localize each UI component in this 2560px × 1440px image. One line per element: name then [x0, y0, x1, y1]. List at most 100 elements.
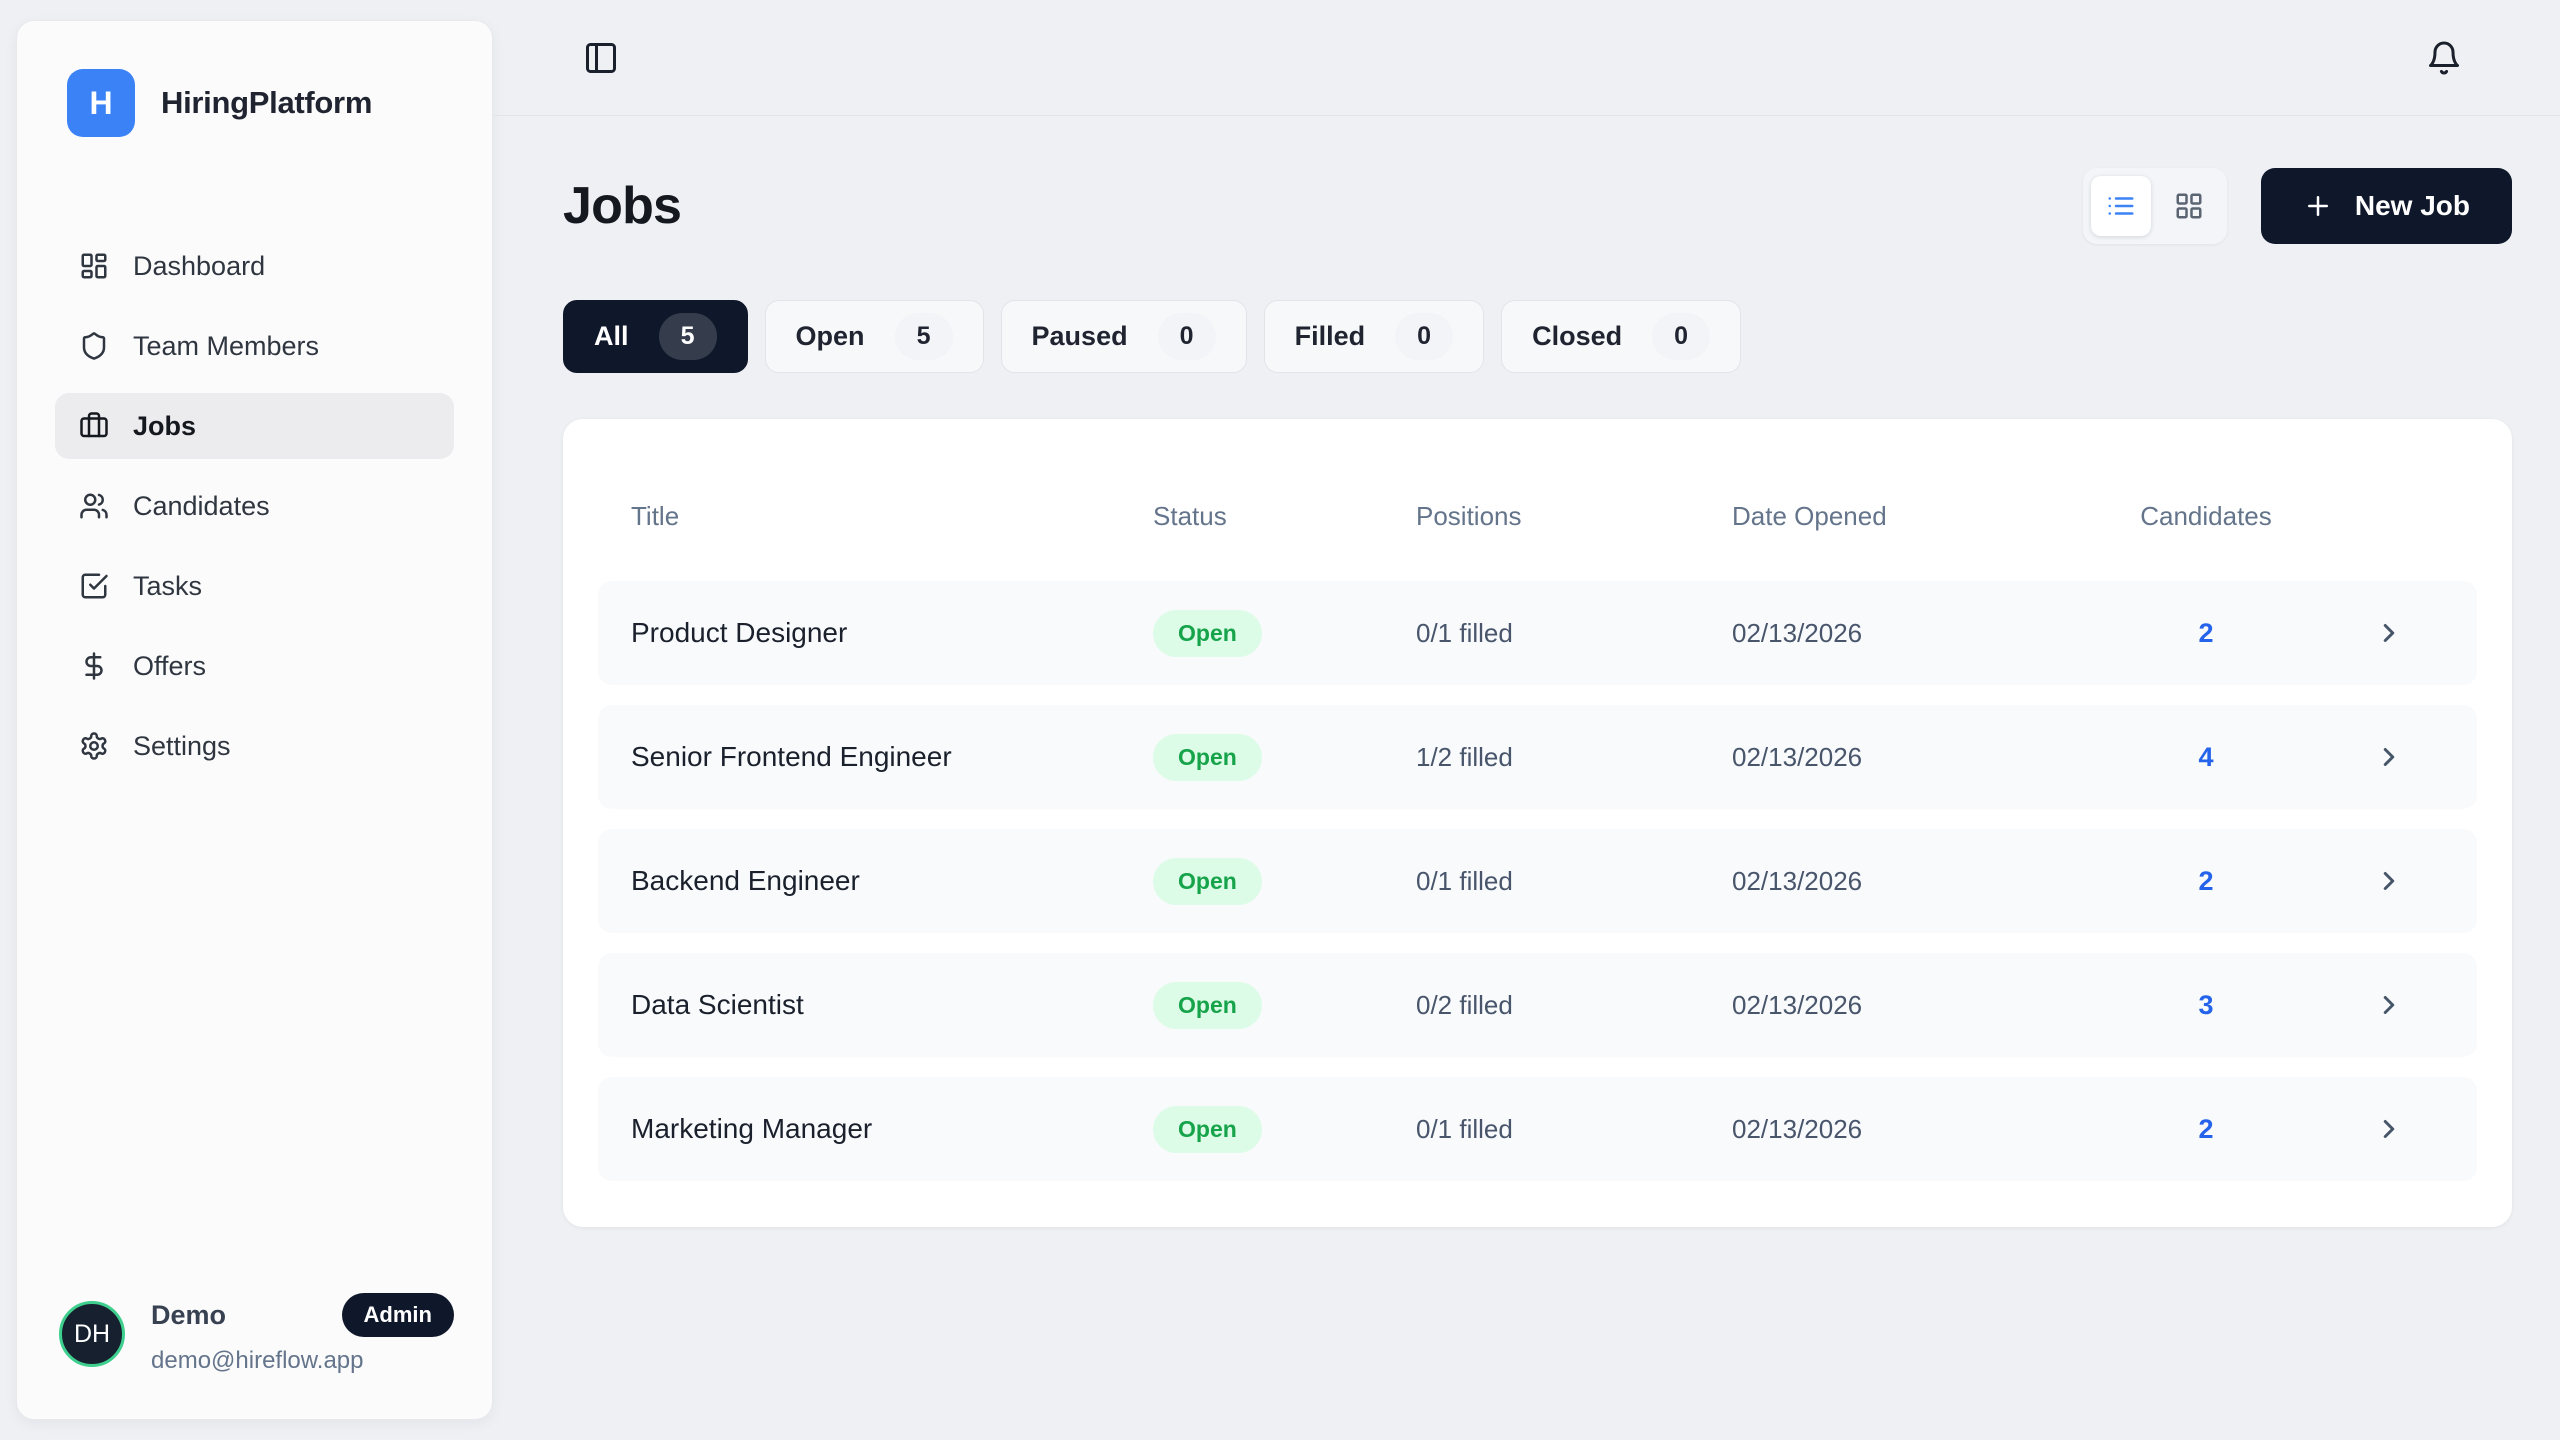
dollar-icon: [79, 651, 109, 681]
jobs-table-card: Title Status Positions Date Opened Candi…: [563, 419, 2512, 1227]
role-badge: Admin: [342, 1293, 454, 1337]
briefcase-icon: [79, 411, 109, 441]
main-area: Jobs: [493, 0, 2560, 1440]
candidates-count-link[interactable]: 2: [2131, 866, 2281, 897]
grid-view-icon: [2174, 191, 2204, 221]
sidebar-item-label: Settings: [133, 731, 231, 762]
users-icon: [79, 491, 109, 521]
status-filter-tabs: All 5 Open 5 Paused 0 Filled 0 Closed 0: [563, 300, 2512, 373]
date-opened-cell: 02/13/2026: [1732, 866, 2131, 897]
job-title: Senior Frontend Engineer: [631, 741, 1153, 773]
notifications-button[interactable]: [2420, 34, 2468, 82]
column-header-date-opened: Date Opened: [1732, 501, 2131, 532]
candidates-count-link[interactable]: 3: [2131, 990, 2281, 1021]
sidebar-item-label: Tasks: [133, 571, 202, 602]
sidebar-item-offers[interactable]: Offers: [55, 633, 454, 699]
view-toggle: [2083, 168, 2227, 244]
sidebar-toggle-button[interactable]: [577, 34, 625, 82]
h-logo-icon: H: [67, 69, 135, 137]
table-row[interactable]: Senior Frontend Engineer Open 1/2 filled…: [598, 705, 2477, 809]
sidebar-item-team-members[interactable]: Team Members: [55, 313, 454, 379]
status-badge: Open: [1153, 610, 1262, 657]
sidebar-item-candidates[interactable]: Candidates: [55, 473, 454, 539]
chevron-right-icon[interactable]: [2374, 618, 2444, 648]
filter-count-badge: 0: [1395, 313, 1453, 360]
sidebar-item-jobs[interactable]: Jobs: [55, 393, 454, 459]
filter-count-badge: 5: [895, 313, 953, 360]
filter-label: Filled: [1295, 321, 1366, 352]
table-row[interactable]: Marketing Manager Open 0/1 filled 02/13/…: [598, 1077, 2477, 1181]
filter-count-badge: 0: [1652, 313, 1710, 360]
candidates-count-link[interactable]: 4: [2131, 742, 2281, 773]
sidebar-nav: Dashboard Team Members Jobs Candidates T…: [55, 233, 454, 779]
user-email: demo@hireflow.app: [151, 1347, 454, 1375]
brand: H HiringPlatform: [55, 69, 454, 137]
page-title: Jobs: [563, 176, 681, 236]
status-badge: Open: [1153, 982, 1262, 1029]
filter-count-badge: 0: [1158, 313, 1216, 360]
filter-label: Closed: [1532, 321, 1622, 352]
filter-tab-closed[interactable]: Closed 0: [1501, 300, 1741, 373]
sidebar-item-label: Dashboard: [133, 251, 265, 282]
filter-tab-open[interactable]: Open 5: [765, 300, 984, 373]
list-view-button[interactable]: [2091, 176, 2151, 236]
date-opened-cell: 02/13/2026: [1732, 618, 2131, 649]
date-opened-cell: 02/13/2026: [1732, 742, 2131, 773]
chevron-right-icon[interactable]: [2374, 990, 2444, 1020]
dashboard-icon: [79, 251, 109, 281]
brand-name: HiringPlatform: [161, 85, 372, 121]
sidebar-item-label: Team Members: [133, 331, 319, 362]
status-badge: Open: [1153, 858, 1262, 905]
chevron-right-icon[interactable]: [2374, 742, 2444, 772]
column-header-status: Status: [1153, 501, 1416, 532]
candidates-count-link[interactable]: 2: [2131, 1114, 2281, 1145]
content: Jobs: [493, 116, 2560, 1227]
sidebar-item-settings[interactable]: Settings: [55, 713, 454, 779]
candidates-count-link[interactable]: 2: [2131, 618, 2281, 649]
positions-cell: 0/1 filled: [1416, 618, 1732, 649]
chevron-right-icon[interactable]: [2374, 866, 2444, 896]
table-row[interactable]: Data Scientist Open 0/2 filled 02/13/202…: [598, 953, 2477, 1057]
sidebar-item-tasks[interactable]: Tasks: [55, 553, 454, 619]
task-check-icon: [79, 571, 109, 601]
table-row[interactable]: Product Designer Open 0/1 filled 02/13/2…: [598, 581, 2477, 685]
shield-icon: [79, 331, 109, 361]
avatar: DH: [59, 1301, 125, 1367]
user-name: Demo: [151, 1300, 226, 1331]
gear-icon: [79, 731, 109, 761]
table-row[interactable]: Backend Engineer Open 0/1 filled 02/13/2…: [598, 829, 2477, 933]
filter-label: All: [594, 321, 629, 352]
sidebar-item-label: Jobs: [133, 411, 196, 442]
date-opened-cell: 02/13/2026: [1732, 990, 2131, 1021]
positions-cell: 0/1 filled: [1416, 1114, 1732, 1145]
column-header-positions: Positions: [1416, 501, 1732, 532]
list-view-icon: [2106, 191, 2136, 221]
filter-label: Paused: [1032, 321, 1128, 352]
user-profile[interactable]: DH Demo Admin demo@hireflow.app: [55, 1293, 454, 1375]
new-job-label: New Job: [2355, 190, 2470, 222]
job-title: Backend Engineer: [631, 865, 1153, 897]
filter-tab-paused[interactable]: Paused 0: [1001, 300, 1247, 373]
column-header-candidates: Candidates: [2131, 501, 2281, 532]
chevron-right-icon[interactable]: [2374, 1114, 2444, 1144]
filter-tab-all[interactable]: All 5: [563, 300, 748, 373]
sidebar-item-label: Offers: [133, 651, 206, 682]
sidebar-item-dashboard[interactable]: Dashboard: [55, 233, 454, 299]
status-badge: Open: [1153, 734, 1262, 781]
filter-label: Open: [796, 321, 865, 352]
positions-cell: 0/1 filled: [1416, 866, 1732, 897]
status-badge: Open: [1153, 1106, 1262, 1153]
topbar: [493, 0, 2560, 116]
job-title: Data Scientist: [631, 989, 1153, 1021]
filter-tab-filled[interactable]: Filled 0: [1264, 300, 1485, 373]
sidebar: H HiringPlatform Dashboard Team Members …: [16, 20, 493, 1420]
new-job-button[interactable]: New Job: [2261, 168, 2512, 244]
table-header-row: Title Status Positions Date Opened Candi…: [598, 451, 2477, 581]
grid-view-button[interactable]: [2159, 176, 2219, 236]
date-opened-cell: 02/13/2026: [1732, 1114, 2131, 1145]
user-info: Demo Admin demo@hireflow.app: [151, 1293, 454, 1375]
column-header-title: Title: [631, 501, 1153, 532]
filter-count-badge: 5: [659, 313, 717, 360]
plus-icon: [2303, 191, 2333, 221]
bell-icon: [2426, 40, 2462, 76]
